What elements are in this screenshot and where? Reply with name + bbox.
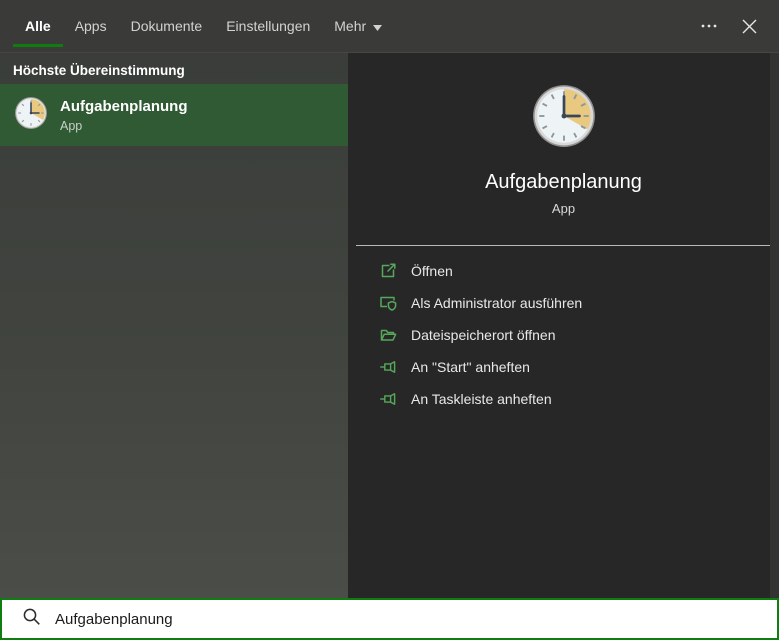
preview-panel: Aufgabenplanung App Öffnen Als Administr… [348, 53, 779, 598]
task-scheduler-clock-icon [531, 83, 597, 154]
search-icon [22, 607, 41, 631]
action-label: An Taskleiste anheften [411, 391, 552, 407]
tab-einstellungen[interactable]: Einstellungen [214, 0, 322, 52]
section-header: Höchste Übereinstimmung [13, 63, 185, 78]
app-preview: Aufgabenplanung App [348, 53, 779, 216]
preview-app-title: Aufgabenplanung [485, 171, 642, 193]
tab-label: Alle [25, 18, 51, 34]
preview-app-type: App [551, 201, 576, 216]
chevron-down-icon [373, 18, 383, 34]
action-open[interactable]: Öffnen [348, 255, 779, 287]
app-actions-list: Öffnen Als Administrator ausführen Datei… [348, 255, 779, 415]
result-texts: Aufgabenplanung App [60, 98, 188, 133]
results-panel: Höchste Übereinstimmung Aufgabenplanung … [0, 53, 348, 598]
tabs: Alle Apps Dokumente Einstellungen Mehr [0, 0, 394, 52]
action-pin-to-start[interactable]: An "Start" anheften [348, 351, 779, 383]
search-input[interactable] [55, 610, 777, 628]
result-title: Aufgabenplanung [60, 97, 188, 115]
topbar-actions [696, 0, 779, 52]
tab-label: Einstellungen [226, 18, 311, 34]
tab-mehr[interactable]: Mehr [322, 0, 394, 52]
action-label: Als Administrator ausführen [411, 295, 583, 311]
tab-label: Dokumente [130, 18, 203, 34]
tab-dokumente[interactable]: Dokumente [119, 0, 215, 52]
preview-divider [356, 245, 771, 246]
admin-shield-icon [378, 293, 398, 313]
tab-label: Apps [74, 18, 107, 34]
action-label: An "Start" anheften [411, 359, 530, 375]
tab-apps[interactable]: Apps [63, 0, 119, 52]
close-icon[interactable] [736, 13, 762, 39]
action-label: Öffnen [411, 263, 453, 279]
action-pin-to-taskbar[interactable]: An Taskleiste anheften [348, 383, 779, 415]
more-options-icon[interactable] [696, 13, 722, 39]
action-open-file-location[interactable]: Dateispeicherort öffnen [348, 319, 779, 351]
task-scheduler-clock-icon [14, 96, 48, 135]
scrollbar-track[interactable] [770, 53, 779, 598]
tab-label: Mehr [334, 18, 367, 34]
pin-icon [378, 357, 398, 377]
search-results-body: Höchste Übereinstimmung Aufgabenplanung … [0, 53, 779, 598]
windows-search-flyout: Alle Apps Dokumente Einstellungen Mehr H… [0, 0, 779, 640]
result-subtitle: App [60, 118, 83, 133]
open-icon [378, 261, 398, 281]
action-label: Dateispeicherort öffnen [411, 327, 556, 343]
action-run-as-admin[interactable]: Als Administrator ausführen [348, 287, 779, 319]
pin-icon [378, 389, 398, 409]
search-bar [0, 598, 779, 640]
tab-alle[interactable]: Alle [13, 0, 63, 52]
result-item-aufgabenplanung[interactable]: Aufgabenplanung App [0, 84, 348, 146]
search-filter-tabbar: Alle Apps Dokumente Einstellungen Mehr [0, 0, 779, 53]
open-folder-icon [378, 325, 398, 345]
